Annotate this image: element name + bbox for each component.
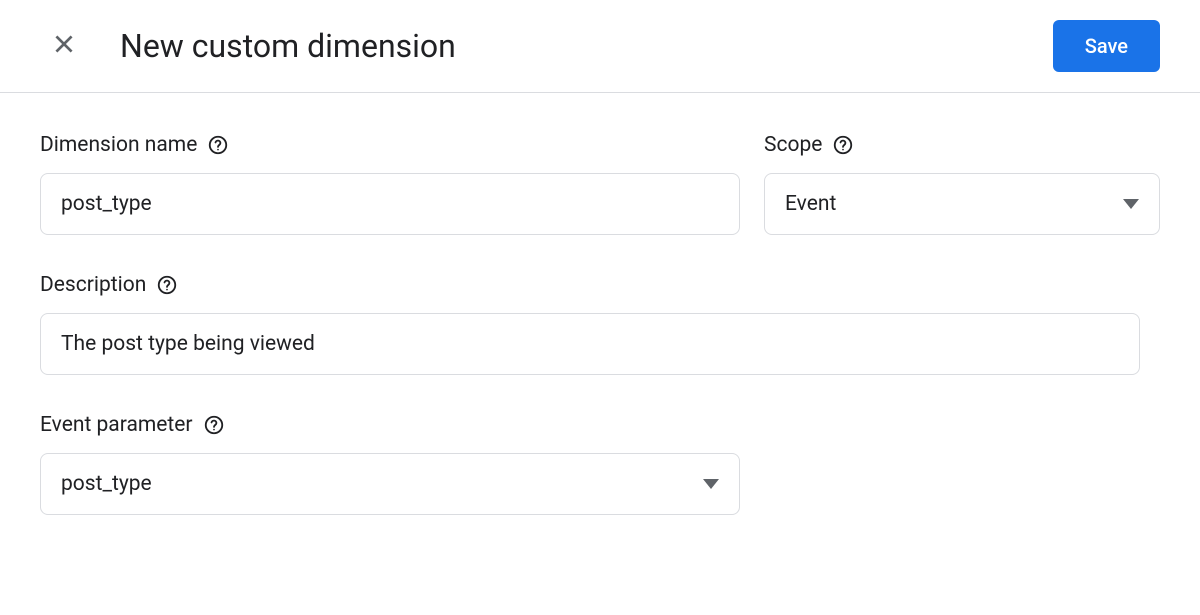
- dialog-title: New custom dimension: [120, 27, 1053, 65]
- event-parameter-field: Event parameter post_type: [40, 413, 740, 515]
- dimension-name-label: Dimension name: [40, 133, 197, 157]
- help-icon[interactable]: [832, 134, 854, 156]
- event-parameter-select[interactable]: post_type: [40, 453, 740, 515]
- help-icon[interactable]: [207, 134, 229, 156]
- scope-label: Scope: [764, 133, 822, 157]
- description-input[interactable]: [40, 313, 1140, 375]
- help-icon[interactable]: [156, 274, 178, 296]
- dimension-name-input[interactable]: [40, 173, 740, 235]
- event-parameter-selected-value: post_type: [61, 472, 152, 496]
- dialog-header: New custom dimension Save: [0, 0, 1200, 93]
- scope-field: Scope Event: [764, 133, 1160, 235]
- event-parameter-label: Event parameter: [40, 413, 193, 437]
- help-icon[interactable]: [203, 414, 225, 436]
- save-button[interactable]: Save: [1053, 20, 1160, 72]
- scope-select[interactable]: Event: [764, 173, 1160, 235]
- chevron-down-icon: [703, 479, 719, 489]
- close-button[interactable]: [40, 22, 88, 70]
- form-body: Dimension name Scope Event: [0, 93, 1200, 515]
- description-label: Description: [40, 273, 146, 297]
- close-icon: [51, 31, 77, 61]
- chevron-down-icon: [1123, 199, 1139, 209]
- description-field: Description: [40, 273, 1140, 375]
- dimension-name-field: Dimension name: [40, 133, 740, 235]
- scope-selected-value: Event: [785, 192, 836, 216]
